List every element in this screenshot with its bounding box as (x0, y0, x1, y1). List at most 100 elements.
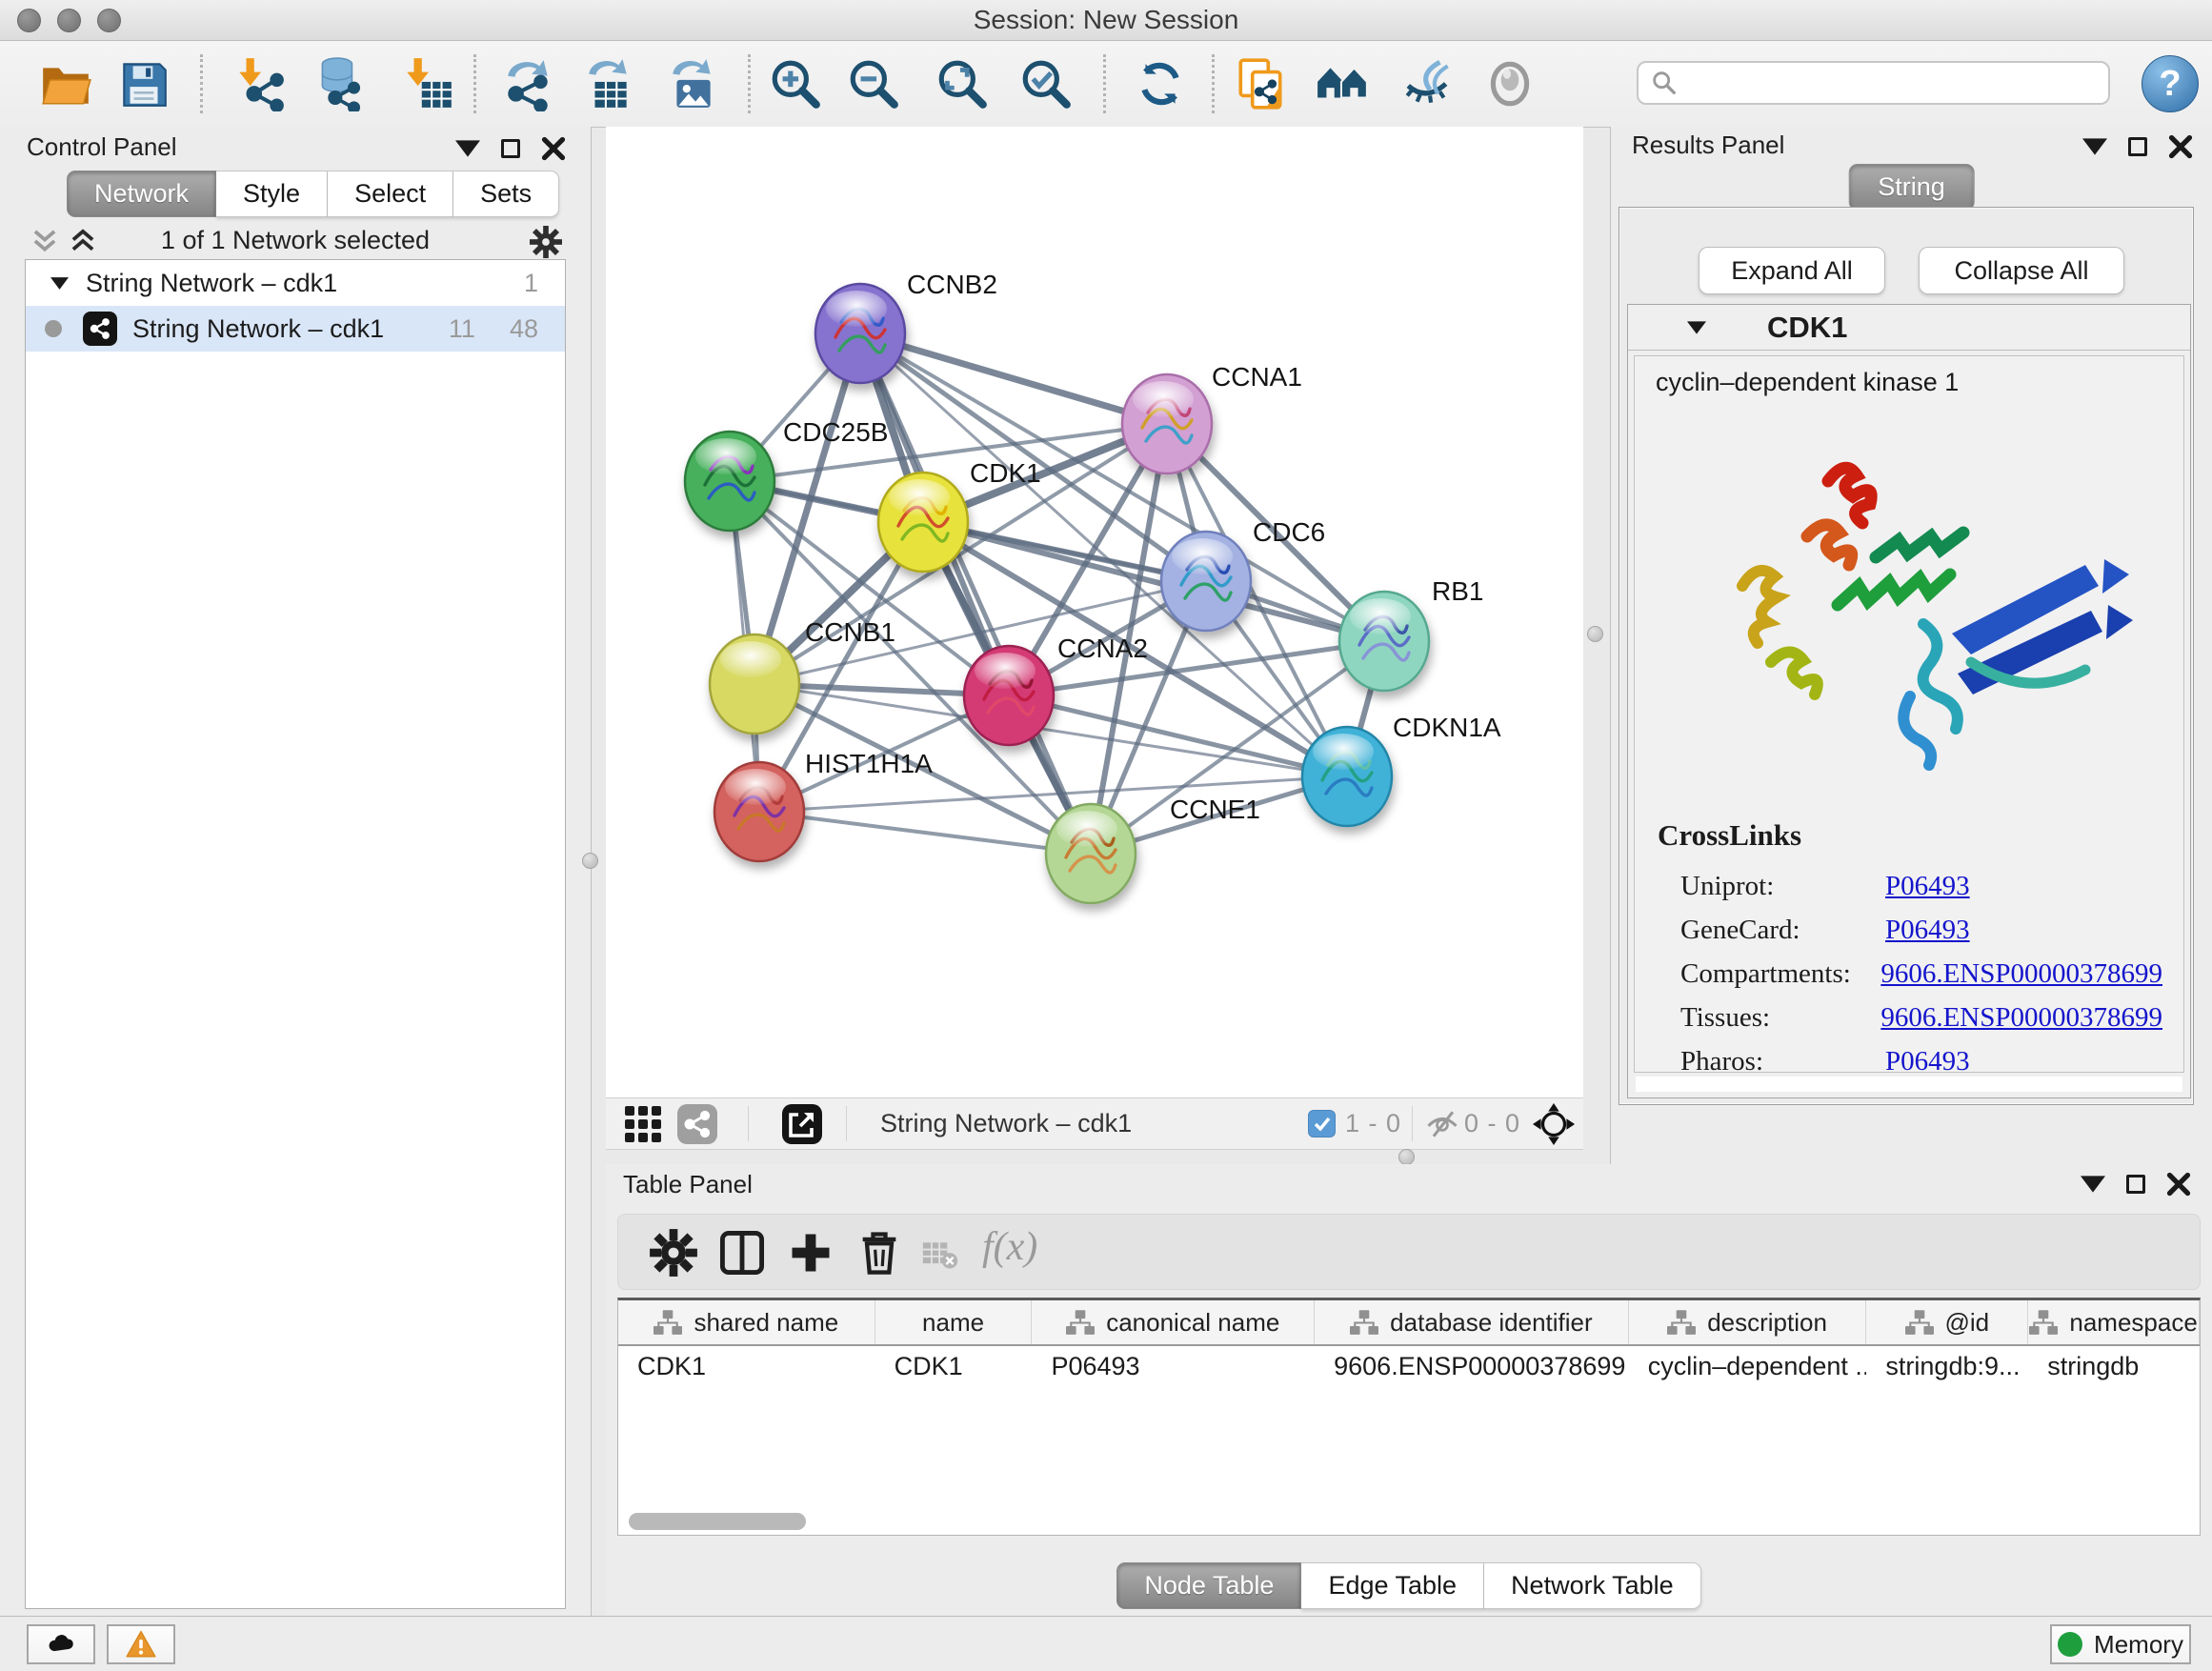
tab-style[interactable]: Style (216, 171, 328, 217)
table-settings-gear-icon[interactable] (649, 1228, 698, 1278)
maximize-panel-icon[interactable] (501, 139, 520, 158)
zoom-selected-icon[interactable] (1018, 56, 1074, 111)
refresh-icon[interactable] (1133, 56, 1188, 111)
gene-symbol: CDK1 (1767, 311, 1847, 345)
column-header-id[interactable]: @id (1866, 1300, 2028, 1344)
column-header-canonical-name[interactable]: canonical name (1032, 1300, 1315, 1344)
float-panel-icon[interactable] (2081, 1172, 2105, 1197)
maximize-panel-icon[interactable] (2126, 1175, 2145, 1194)
node-cdk1[interactable] (878, 473, 968, 572)
birds-eye-view-icon[interactable] (1532, 1098, 1576, 1149)
open-in-window-icon[interactable] (781, 1098, 823, 1149)
title-bar: Session: New Session (0, 0, 2212, 41)
help-icon[interactable]: ? (2142, 55, 2199, 112)
horizontal-scrollbar[interactable] (629, 1513, 806, 1530)
add-column-icon[interactable] (786, 1228, 835, 1278)
memory-button[interactable]: Memory (2050, 1624, 2191, 1664)
float-panel-icon[interactable] (455, 136, 480, 161)
cell-name[interactable]: CDK1 (875, 1352, 1033, 1381)
table-row[interactable]: CDK1CDK1P064939606.ENSP00000378699cyclin… (618, 1346, 2200, 1386)
expand-all-button[interactable]: Expand All (1699, 247, 1885, 294)
tab-node-table[interactable]: Node Table (1116, 1562, 1301, 1609)
network-view-title: String Network – cdk1 (880, 1098, 1132, 1149)
clone-network-icon[interactable] (1233, 56, 1288, 111)
node-cdc6[interactable] (1161, 532, 1251, 631)
tab-network-table[interactable]: Network Table (1484, 1562, 1701, 1609)
cell-database-identifier[interactable]: 9606.ENSP00000378699 (1315, 1352, 1629, 1381)
network-graph[interactable]: CCNB2CCNA1CDC25BCDK1CDC6RB1CCNB1CCNA2CDK… (606, 127, 1583, 1097)
bottom-splitter-handle[interactable] (1398, 1149, 1415, 1165)
toolbar-separator (200, 54, 203, 113)
tab-string[interactable]: String (1848, 164, 1975, 211)
string-view-icon[interactable] (676, 1098, 718, 1149)
collection-expanded-icon[interactable] (50, 277, 69, 290)
network-collection-row[interactable]: String Network – cdk1 1 (26, 260, 565, 306)
cell-description[interactable]: cyclin–dependent ... (1629, 1352, 1867, 1381)
network-row-selected[interactable]: String Network – cdk1 11 48 (26, 306, 565, 352)
export-table-icon[interactable] (581, 56, 636, 111)
crosslink-link[interactable]: P06493 (1885, 871, 1970, 902)
node-ccne1[interactable] (1046, 804, 1136, 903)
export-image-icon[interactable] (665, 56, 720, 111)
warnings-button[interactable] (107, 1624, 175, 1664)
column-header-shared-name[interactable]: shared name (618, 1300, 875, 1344)
cell-id[interactable]: stringdb:9... (1866, 1352, 2028, 1381)
float-panel-icon[interactable] (2082, 134, 2107, 159)
left-splitter-handle[interactable] (582, 853, 598, 869)
import-network-file-icon[interactable] (232, 56, 288, 111)
cell-canonical-name[interactable]: P06493 (1032, 1352, 1315, 1381)
open-session-icon[interactable] (38, 56, 93, 111)
import-network-database-icon[interactable] (312, 56, 367, 111)
column-header-name[interactable]: name (875, 1300, 1033, 1344)
gene-expanded-icon[interactable] (1687, 321, 1706, 334)
export-network-icon[interactable] (500, 56, 555, 111)
maximize-panel-icon[interactable] (2128, 137, 2147, 156)
crosslink-link[interactable]: P06493 (1885, 1046, 1970, 1074)
node-ccna1[interactable] (1122, 374, 1212, 473)
zoom-in-icon[interactable] (768, 56, 823, 111)
cell-namespace[interactable]: stringdb (2028, 1352, 2200, 1381)
node-ccna2[interactable] (964, 646, 1054, 745)
search-input[interactable] (1637, 61, 2110, 105)
tab-network[interactable]: Network (67, 171, 216, 217)
tab-edge-table[interactable]: Edge Table (1301, 1562, 1484, 1609)
column-header-namespace[interactable]: namespace (2028, 1300, 2200, 1344)
selected-checkbox-icon[interactable] (1308, 1098, 1336, 1149)
first-neighbors-icon[interactable] (1315, 56, 1370, 111)
import-table-file-icon[interactable] (400, 56, 455, 111)
column-header-description[interactable]: description (1629, 1300, 1867, 1344)
cloud-button[interactable] (27, 1624, 95, 1664)
close-panel-icon[interactable] (2166, 1172, 2191, 1197)
column-header-database-identifier[interactable]: database identifier (1315, 1300, 1629, 1344)
crosslink-link[interactable]: 9606.ENSP00000378699 (1880, 958, 2162, 990)
close-panel-icon[interactable] (541, 136, 566, 161)
node-ccnb2[interactable] (815, 284, 905, 383)
node-cdc25b[interactable] (685, 432, 774, 531)
zoom-fit-icon[interactable] (935, 56, 990, 111)
tab-sets[interactable]: Sets (453, 171, 559, 217)
node-rb1[interactable] (1339, 592, 1429, 691)
tab-select[interactable]: Select (328, 171, 453, 217)
cell-shared-name[interactable]: CDK1 (618, 1352, 875, 1381)
network-canvas[interactable]: CCNB2CCNA1CDC25BCDK1CDC6RB1CCNB1CCNA2CDK… (606, 127, 1583, 1097)
zoom-out-icon[interactable] (846, 56, 901, 111)
crosslink-link[interactable]: P06493 (1885, 915, 1970, 946)
node-cdkn1a[interactable] (1302, 727, 1392, 826)
delete-column-icon[interactable] (855, 1228, 904, 1278)
collapse-all-button[interactable]: Collapse All (1919, 247, 2124, 294)
node-hist1h1a[interactable] (714, 762, 804, 861)
show-all-icon[interactable] (1482, 56, 1538, 111)
grid-view-icon[interactable] (623, 1098, 663, 1149)
save-session-icon[interactable] (116, 56, 171, 111)
gene-header[interactable]: CDK1 (1628, 305, 2190, 351)
node-table[interactable]: shared namenamecanonical namedatabase id… (617, 1298, 2201, 1536)
show-columns-icon[interactable] (717, 1228, 767, 1278)
crosslink-label: Uniprot: (1680, 871, 1885, 902)
close-panel-icon[interactable] (2168, 134, 2193, 159)
node-label-ccne1: CCNE1 (1170, 795, 1260, 824)
node-ccnb1[interactable] (710, 634, 799, 734)
hide-selected-icon[interactable] (1400, 56, 1456, 111)
crosslink-link[interactable]: 9606.ENSP00000378699 (1880, 1002, 2162, 1034)
right-splitter-handle[interactable] (1587, 626, 1603, 642)
network-options-gear-icon[interactable] (530, 226, 562, 258)
